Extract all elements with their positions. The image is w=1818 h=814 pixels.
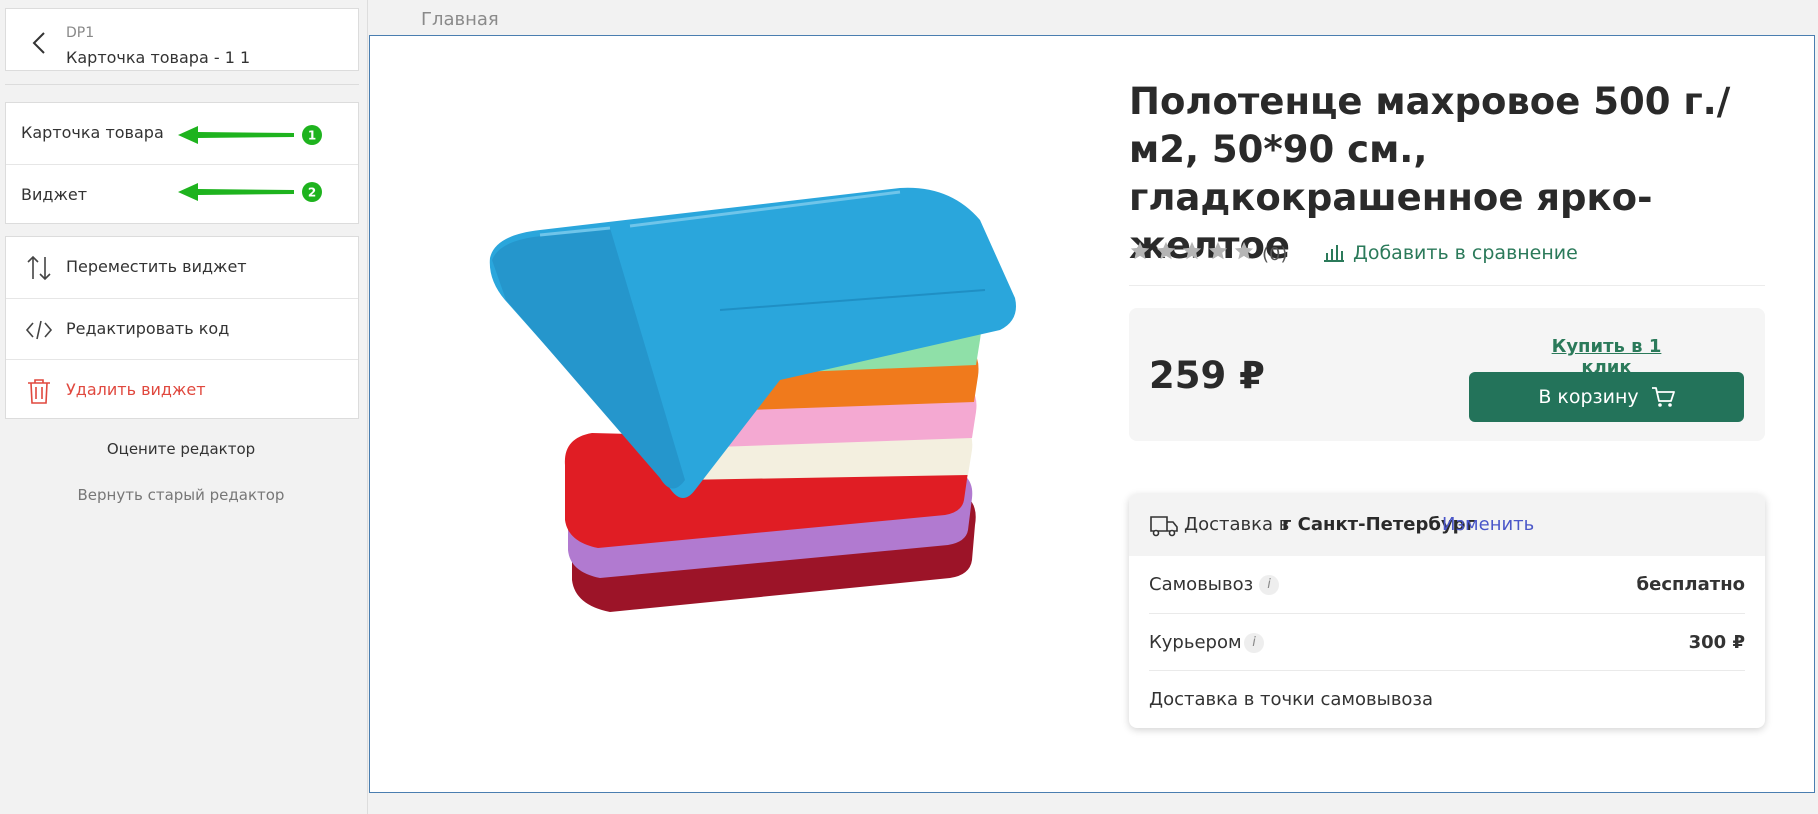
breadcrumb[interactable]: Главная [421,9,499,30]
delete-widget-label: Удалить виджет [66,380,206,399]
sidebar-header: DP1 Карточка товара - 1 1 [5,8,359,71]
nav-item-label: Карточка товара [21,123,164,142]
sort-arrows-icon [27,255,51,281]
delivery-panel: Доставка в г Санкт-Петербург Изменить Са… [1129,494,1765,728]
annotation-arrow-2-icon: 2 [178,182,322,202]
rating-count: (0) [1262,244,1288,265]
delivery-option-name: Самовывоз [1149,574,1254,595]
edit-code-button[interactable]: Редактировать код [6,298,358,359]
nav-item-label: Виджет [21,185,88,204]
header-subtitle: DP1 [66,25,95,41]
move-widget-label: Переместить виджет [66,257,247,276]
annotation-marker-2: 2 [308,186,316,200]
info-icon[interactable]: i [1244,633,1264,653]
delete-widget-button[interactable]: Удалить виджет [6,359,358,420]
delivery-header: Доставка в г Санкт-Петербург Изменить [1129,494,1765,556]
compare-label: Добавить в сравнение [1353,242,1578,264]
star-icon [1234,241,1254,260]
revert-editor-link[interactable]: Вернуть старый редактор [0,486,362,504]
trash-icon [28,379,50,404]
change-city-link[interactable]: Изменить [1442,514,1534,535]
star-icon [1182,241,1202,260]
truck-icon [1150,516,1178,537]
editor-sidebar: DP1 Карточка товара - 1 1 Карточка товар… [0,0,368,814]
delivery-option-price: 300 ₽ [1688,632,1745,653]
delivery-option-name: Курьером [1149,632,1242,653]
rate-editor-link[interactable]: Оцените редактор [0,440,362,458]
star-icon [1208,241,1228,260]
annotation-arrow-1-icon: 1 [178,125,322,145]
divider [1129,285,1765,286]
info-icon[interactable]: i [1259,575,1279,595]
add-to-cart-label: В корзину [1538,386,1639,408]
add-to-compare-button[interactable]: Добавить в сравнение [1323,242,1578,264]
delivery-option-pickup-points[interactable]: Доставка в точки самовывоза [1149,670,1745,727]
widget-actions: Переместить виджет Редактировать код Уда… [5,236,359,419]
cart-icon [1651,387,1675,407]
structure-nav: Карточка товара 1 Виджет 2 [5,102,359,224]
star-icon [1130,241,1150,260]
divider [5,84,359,85]
header-title: Карточка товара - 1 1 [66,48,251,67]
nav-item-widget[interactable]: Виджет 2 [6,164,358,225]
delivery-option-pickup: Самовывоз i бесплатно [1149,556,1745,613]
delivery-option-name: Доставка в точки самовывоза [1149,689,1434,710]
price-box: 259 ₽ Купить в 1 клик В корзину [1129,308,1765,441]
code-icon [25,320,53,340]
delivery-option-price: бесплатно [1636,574,1745,595]
add-to-cart-button[interactable]: В корзину [1469,372,1744,422]
move-widget-button[interactable]: Переместить виджет [6,237,358,298]
nav-item-product-card[interactable]: Карточка товара 1 [6,103,358,164]
delivery-prefix: Доставка в [1184,514,1290,535]
product-image[interactable] [480,180,1020,620]
delivery-option-courier: Курьером i 300 ₽ [1149,613,1745,670]
rating-stars[interactable] [1129,240,1255,266]
annotation-marker-1: 1 [308,129,316,143]
back-arrow-icon[interactable] [26,29,56,57]
product-price: 259 ₽ [1149,354,1265,397]
compare-chart-icon [1324,245,1344,262]
edit-code-label: Редактировать код [66,319,230,338]
star-icon [1156,241,1176,260]
